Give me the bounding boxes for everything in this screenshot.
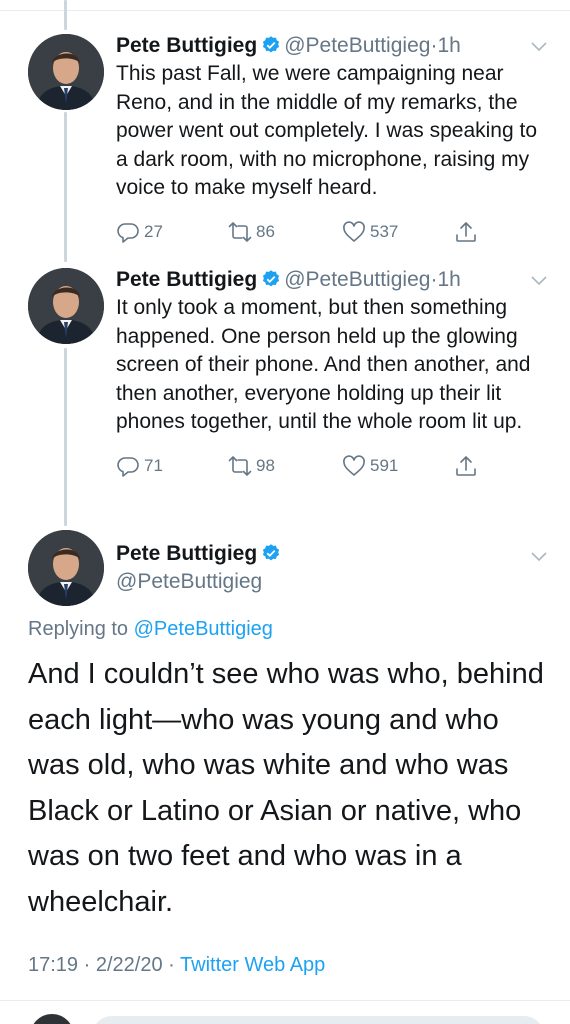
action-bar: 27 86 537 <box>116 217 546 247</box>
reply-button[interactable]: 71 <box>116 451 163 481</box>
timestamp[interactable]: 1h <box>437 34 460 57</box>
replying-to: Replying to @PeteButtigieg <box>28 618 548 641</box>
author-block: Pete Buttigieg @PeteButtigieg <box>116 540 516 596</box>
tweet-header: Pete Buttigieg @PeteButtigieg·1h <box>116 32 546 60</box>
tweet-body: Pete Buttigieg @PeteButtigieg·1h This pas… <box>116 32 546 247</box>
like-count: 591 <box>370 455 399 475</box>
avatar[interactable] <box>28 530 104 606</box>
retweet-count: 98 <box>256 455 275 475</box>
tweet-time[interactable]: 17:19 <box>28 954 78 976</box>
separator-dot: · <box>168 954 175 976</box>
heart-icon <box>343 220 365 242</box>
thread-tweet[interactable]: Pete Buttigieg @PeteButtigieg·1h It only … <box>0 266 570 516</box>
thread-connector <box>64 0 67 30</box>
verified-badge-icon <box>263 270 280 287</box>
share-icon <box>456 455 476 476</box>
retweet-button[interactable]: 86 <box>228 217 275 247</box>
verified-badge-icon <box>263 544 280 561</box>
handle[interactable]: @PeteButtigieg <box>284 34 430 57</box>
retweet-count: 86 <box>256 221 275 241</box>
handle[interactable]: @PeteButtigieg <box>284 268 430 291</box>
share-button[interactable] <box>454 217 482 247</box>
reply-input[interactable] <box>92 1016 544 1024</box>
verified-badge-icon <box>263 36 280 53</box>
share-icon <box>456 221 476 242</box>
avatar[interactable] <box>28 268 104 344</box>
reply-button[interactable]: 27 <box>116 217 163 247</box>
separator-dot: · <box>83 954 91 976</box>
like-button[interactable]: 537 <box>342 217 398 247</box>
reply-count: 71 <box>144 455 163 475</box>
reply-icon <box>117 456 139 477</box>
display-name[interactable]: Pete Buttigieg <box>116 268 257 291</box>
handle[interactable]: @PeteButtigieg <box>116 568 516 596</box>
like-button[interactable]: 591 <box>342 451 398 481</box>
reply-count: 27 <box>144 221 163 241</box>
retweet-icon <box>228 455 252 476</box>
tweet-text: This past Fall, we were campaigning near… <box>116 62 537 199</box>
tweet-body: Pete Buttigieg @PeteButtigieg·1h It only … <box>116 266 546 481</box>
tweet-meta: 17:19 · 2/22/20 · Twitter Web App <box>28 954 548 977</box>
retweet-icon <box>228 221 252 242</box>
top-divider <box>0 10 570 11</box>
current-user-avatar[interactable] <box>30 1014 74 1024</box>
divider <box>0 1000 570 1001</box>
display-name[interactable]: Pete Buttigieg <box>116 34 257 57</box>
tweet-header: Pete Buttigieg @PeteButtigieg·1h <box>116 266 546 294</box>
thread-tweet[interactable]: Pete Buttigieg @PeteButtigieg·1h This pas… <box>0 30 570 250</box>
focused-tweet[interactable]: Pete Buttigieg @PeteButtigieg Replying t… <box>0 530 570 1000</box>
tweet-source-link[interactable]: Twitter Web App <box>180 954 325 976</box>
replying-prefix: Replying to <box>28 618 129 640</box>
avatar[interactable] <box>28 34 104 110</box>
share-button[interactable] <box>454 451 482 481</box>
tweet-text: And I couldn’t see who was who, behind e… <box>28 658 544 918</box>
tweet-thread-page: Pete Buttigieg @PeteButtigieg · 1h This pas… <box>0 0 570 1024</box>
action-bar: 71 98 591 <box>116 451 546 481</box>
display-name[interactable]: Pete Buttigieg <box>116 542 257 565</box>
timestamp[interactable]: 1h <box>437 268 460 291</box>
tweet-date[interactable]: 2/22/20 <box>96 954 163 976</box>
like-count: 537 <box>370 221 399 241</box>
reply-icon <box>117 222 139 243</box>
heart-icon <box>343 454 365 476</box>
tweet-text: It only took a moment, but then somethin… <box>116 296 531 433</box>
retweet-button[interactable]: 98 <box>228 451 275 481</box>
replying-to-link[interactable]: @PeteButtigieg <box>134 618 273 640</box>
chevron-down-icon[interactable] <box>530 550 548 562</box>
